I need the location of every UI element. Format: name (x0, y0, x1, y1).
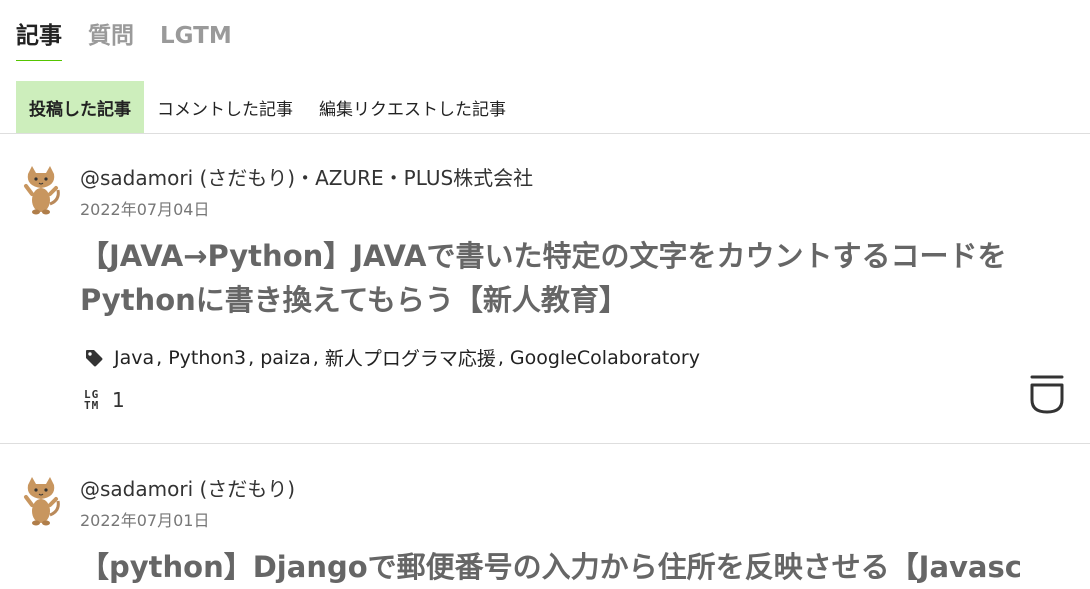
tag-newbie-programmer[interactable]: 新人プログラマ応援 (325, 344, 496, 371)
tab-questions[interactable]: 質問 (88, 18, 134, 58)
article-author[interactable]: @sadamori (さだもり)・AZURE・PLUS株式会社 (80, 162, 533, 191)
lgtm-counter: LG TM 1 (84, 388, 125, 412)
tag-separator: , (156, 346, 163, 369)
lgtm-icon: LG TM (84, 388, 100, 412)
subtab-posted[interactable]: 投稿した記事 (16, 81, 144, 133)
article-title[interactable]: 【python】Djangoで郵便番号の入力から住所を反映させる【Javasc (80, 545, 1090, 589)
cat-avatar-icon[interactable] (20, 164, 62, 216)
article-title[interactable]: 【JAVA→Python】JAVAで書いた特定の文字をカウントするコードをPyt… (80, 234, 1060, 322)
tag-icon (86, 349, 103, 366)
main-tabs: 記事 質問 LGTM (16, 18, 232, 61)
tab-articles[interactable]: 記事 (16, 18, 62, 61)
tag-google-colaboratory[interactable]: GoogleColaboratory (510, 347, 700, 369)
tag-separator: , (248, 346, 255, 369)
lgtm-count: 1 (112, 388, 125, 412)
tag-separator: , (312, 346, 319, 369)
article-item: @sadamori (さだもり)・AZURE・PLUS株式会社 2022年07月… (0, 134, 1090, 444)
subtab-commented[interactable]: コメントした記事 (144, 81, 306, 133)
tab-lgtm[interactable]: LGTM (160, 18, 232, 58)
cat-avatar-icon[interactable] (20, 475, 62, 527)
tag-java[interactable]: Java (114, 347, 154, 369)
tag-paiza[interactable]: paiza (260, 347, 311, 369)
article-author[interactable]: @sadamori (さだもり) (80, 473, 295, 502)
stock-icon[interactable] (1028, 372, 1066, 416)
tag-list: Java, Python3, paiza, 新人プログラマ応援, GoogleC… (84, 344, 700, 371)
sub-tabs: 投稿した記事 コメントした記事 編集リクエストした記事 (16, 81, 519, 133)
subtab-edit-requested[interactable]: 編集リクエストした記事 (306, 81, 519, 133)
article-date: 2022年07月04日 (80, 200, 210, 219)
article-date: 2022年07月01日 (80, 511, 210, 530)
article-item: @sadamori (さだもり) 2022年07月01日 【python】Dja… (0, 445, 1090, 585)
tag-python3[interactable]: Python3 (168, 347, 246, 369)
tag-separator: , (497, 346, 504, 369)
